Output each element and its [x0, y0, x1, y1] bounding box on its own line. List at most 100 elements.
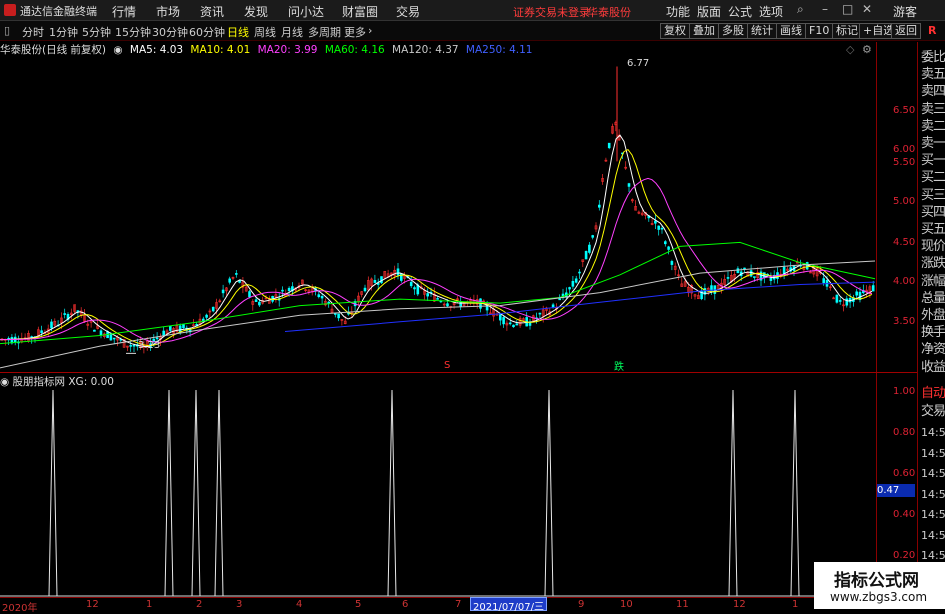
- y-tick-650: 6.50: [893, 105, 916, 116]
- period-1min[interactable]: 1分钟: [49, 24, 78, 40]
- date-label-11: 11: [676, 599, 689, 610]
- period-more[interactable]: 更多: [344, 24, 366, 40]
- ind-tick-020: 0.20: [893, 550, 916, 561]
- mark-button[interactable]: 标记: [832, 23, 862, 39]
- menu-wenxiaoda[interactable]: 问小达: [288, 3, 324, 20]
- statistics-button[interactable]: 统计: [747, 23, 777, 39]
- menu-jiaoyi[interactable]: 交易: [396, 3, 420, 20]
- fuquan-button[interactable]: 复权: [660, 23, 690, 39]
- ma-line-2: [0, 177, 873, 343]
- right-top-r[interactable]: R: [928, 24, 936, 37]
- f10-button[interactable]: F10: [805, 23, 834, 39]
- collapse-icon[interactable]: ▯: [4, 24, 10, 37]
- candle-body: [568, 287, 571, 290]
- candle-body: [749, 270, 753, 277]
- menu-shichang[interactable]: 市场: [156, 3, 180, 20]
- date-label-12b: 12: [733, 599, 746, 610]
- candle-body: [446, 303, 449, 307]
- minimize-icon[interactable]: –: [822, 2, 828, 16]
- candle-body: [515, 323, 519, 326]
- ma120-label: MA120: 4.37: [392, 44, 459, 56]
- period-fenshi[interactable]: 分时: [22, 24, 44, 40]
- period-monthly[interactable]: 月线: [281, 24, 303, 40]
- panel-bottom-label-0[interactable]: 自动: [921, 382, 945, 401]
- panel-bottom-label-1[interactable]: 交易: [921, 400, 945, 419]
- date-label-12: 12: [86, 599, 99, 610]
- date-label-7: 7: [455, 599, 462, 610]
- candle-body: [835, 294, 839, 303]
- period-5min[interactable]: 5分钟: [82, 24, 111, 40]
- watermark-line2: www.zbgs3.com: [830, 590, 928, 604]
- back-button[interactable]: 返回: [891, 23, 921, 39]
- panel-label-18: 收益: [921, 359, 945, 375]
- candle-body: [663, 241, 667, 245]
- period-60min[interactable]: 60分钟: [189, 24, 225, 40]
- candle-body: [281, 289, 284, 292]
- indicator-spike: [164, 389, 174, 597]
- draw-line-button[interactable]: 画线: [776, 23, 806, 39]
- ma5-label: MA5: 4.03: [129, 44, 184, 56]
- candle-body: [155, 337, 159, 340]
- period-15min[interactable]: 15分钟: [115, 24, 151, 40]
- ma10-label: MA10: 4.01: [190, 44, 251, 56]
- candle-body: [132, 344, 136, 347]
- candle-body: [112, 337, 116, 340]
- price-axis-line: [876, 42, 877, 597]
- ma-line-0: [0, 134, 873, 347]
- menu-gongneng[interactable]: 功能: [666, 3, 690, 20]
- overlay-button[interactable]: 叠加: [689, 23, 719, 39]
- candle-body: [327, 301, 331, 304]
- menu-hangqing[interactable]: 行情: [112, 3, 136, 20]
- title-bar: 通达信金融终端 行情 市场 资讯 发现 问小达 财富圈 交易 证券交易未登录 华…: [0, 0, 945, 21]
- candle-body: [109, 334, 113, 341]
- candle-body: [287, 287, 291, 292]
- legend-toggle-icon[interactable]: ◉: [113, 44, 122, 56]
- candle-body: [660, 227, 664, 230]
- menu-faxian[interactable]: 发现: [244, 3, 268, 20]
- candle-body: [99, 330, 103, 336]
- search-icon[interactable]: ⌕: [797, 2, 804, 17]
- candlesticks: [0, 66, 875, 354]
- indicator-spike: [214, 389, 224, 597]
- restore-icon[interactable]: □: [842, 2, 853, 16]
- indicator-spike: [387, 389, 397, 597]
- close-icon[interactable]: ✕: [862, 2, 872, 16]
- menu-zixun[interactable]: 资讯: [200, 3, 224, 20]
- period-daily[interactable]: 日线: [227, 24, 249, 40]
- period-multi[interactable]: 多周期: [308, 24, 341, 40]
- candle-body: [169, 325, 172, 331]
- menu-xuanxiang[interactable]: 选项: [759, 3, 783, 20]
- ma20-label: MA20: 3.99: [257, 44, 318, 56]
- guest-label[interactable]: 游客: [893, 3, 917, 20]
- current-value-text: 0.47: [877, 485, 900, 496]
- chevron-right-icon[interactable]: ›: [368, 24, 372, 37]
- candle-body: [413, 287, 416, 290]
- candle-body: [376, 283, 380, 285]
- app-logo-icon: [4, 4, 16, 16]
- y-tick-350: 3.50: [893, 316, 916, 327]
- candle-body: [178, 325, 182, 333]
- menu-banmian[interactable]: 版面: [697, 3, 721, 20]
- panel-time-0: 14:56: [921, 426, 945, 439]
- indicator-chart[interactable]: [0, 386, 876, 597]
- menu-gongshi[interactable]: 公式: [728, 3, 752, 20]
- y-tick-600: 6.00: [893, 144, 916, 155]
- period-weekly[interactable]: 周线: [254, 24, 276, 40]
- candle-body: [40, 330, 43, 333]
- settings-gear-icon[interactable]: ⚙: [862, 43, 872, 56]
- candle-body: [254, 299, 258, 302]
- candle-body: [855, 291, 859, 296]
- trade-login-warning[interactable]: 证券交易未登录: [513, 4, 590, 20]
- diamond-icon[interactable]: ◇: [846, 43, 854, 56]
- date-label-4: 4: [296, 599, 303, 610]
- menu-caifuquan[interactable]: 财富圈: [342, 3, 378, 20]
- price-chart[interactable]: [0, 56, 876, 372]
- panel-separator: [0, 372, 917, 373]
- candle-body: [838, 300, 842, 302]
- multi-stock-button[interactable]: 多股: [718, 23, 748, 39]
- period-30min[interactable]: 30分钟: [152, 24, 188, 40]
- candle-body: [584, 250, 588, 260]
- panel-label-7: 买二: [921, 170, 945, 186]
- panel-label-14: 总量: [921, 290, 945, 306]
- ind-tick-040: 0.40: [893, 509, 916, 520]
